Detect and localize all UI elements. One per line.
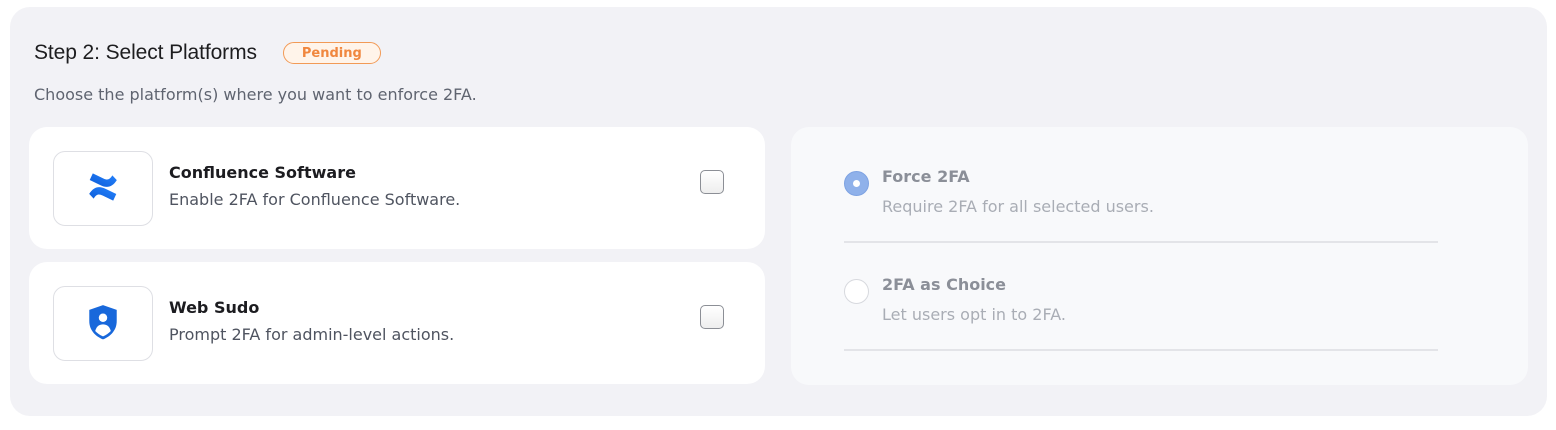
option-description: Require 2FA for all selected users.: [882, 197, 1154, 216]
option-divider: [844, 349, 1438, 351]
step-header: Step 2: Select Platforms Pending: [34, 41, 381, 65]
enforcement-options-panel: Force 2FA Require 2FA for all selected u…: [791, 127, 1528, 385]
option-label: Force 2FA: [882, 167, 970, 186]
confluence-checkbox[interactable]: [700, 170, 724, 194]
platform-text: Confluence Software Enable 2FA for Confl…: [169, 163, 460, 209]
platform-text: Web Sudo Prompt 2FA for admin-level acti…: [169, 298, 454, 344]
platform-name: Confluence Software: [169, 163, 356, 182]
user-shield-icon: [86, 303, 120, 345]
option-divider: [844, 241, 1438, 243]
step-title: Step 2: Select Platforms: [34, 41, 257, 64]
web-sudo-checkbox[interactable]: [700, 305, 724, 329]
platform-description: Enable 2FA for Confluence Software.: [169, 190, 461, 209]
platform-description: Prompt 2FA for admin-level actions.: [169, 325, 455, 344]
platform-icon-box: [53, 286, 153, 361]
status-badge: Pending: [282, 42, 381, 64]
platform-card-web-sudo[interactable]: Web Sudo Prompt 2FA for admin-level acti…: [29, 262, 765, 384]
option-description: Let users opt in to 2FA.: [882, 305, 1066, 324]
2fa-as-choice-radio[interactable]: [844, 279, 869, 304]
step-panel: Step 2: Select Platforms Pending Choose …: [10, 7, 1547, 416]
force-2fa-radio[interactable]: [844, 171, 869, 196]
confluence-logo-icon: [86, 170, 120, 208]
option-label: 2FA as Choice: [882, 275, 1007, 294]
platform-icon-box: [53, 151, 153, 226]
platform-card-confluence[interactable]: Confluence Software Enable 2FA for Confl…: [29, 127, 765, 249]
step-subtitle: Choose the platform(s) where you want to…: [34, 85, 477, 104]
platform-name: Web Sudo: [169, 298, 260, 317]
